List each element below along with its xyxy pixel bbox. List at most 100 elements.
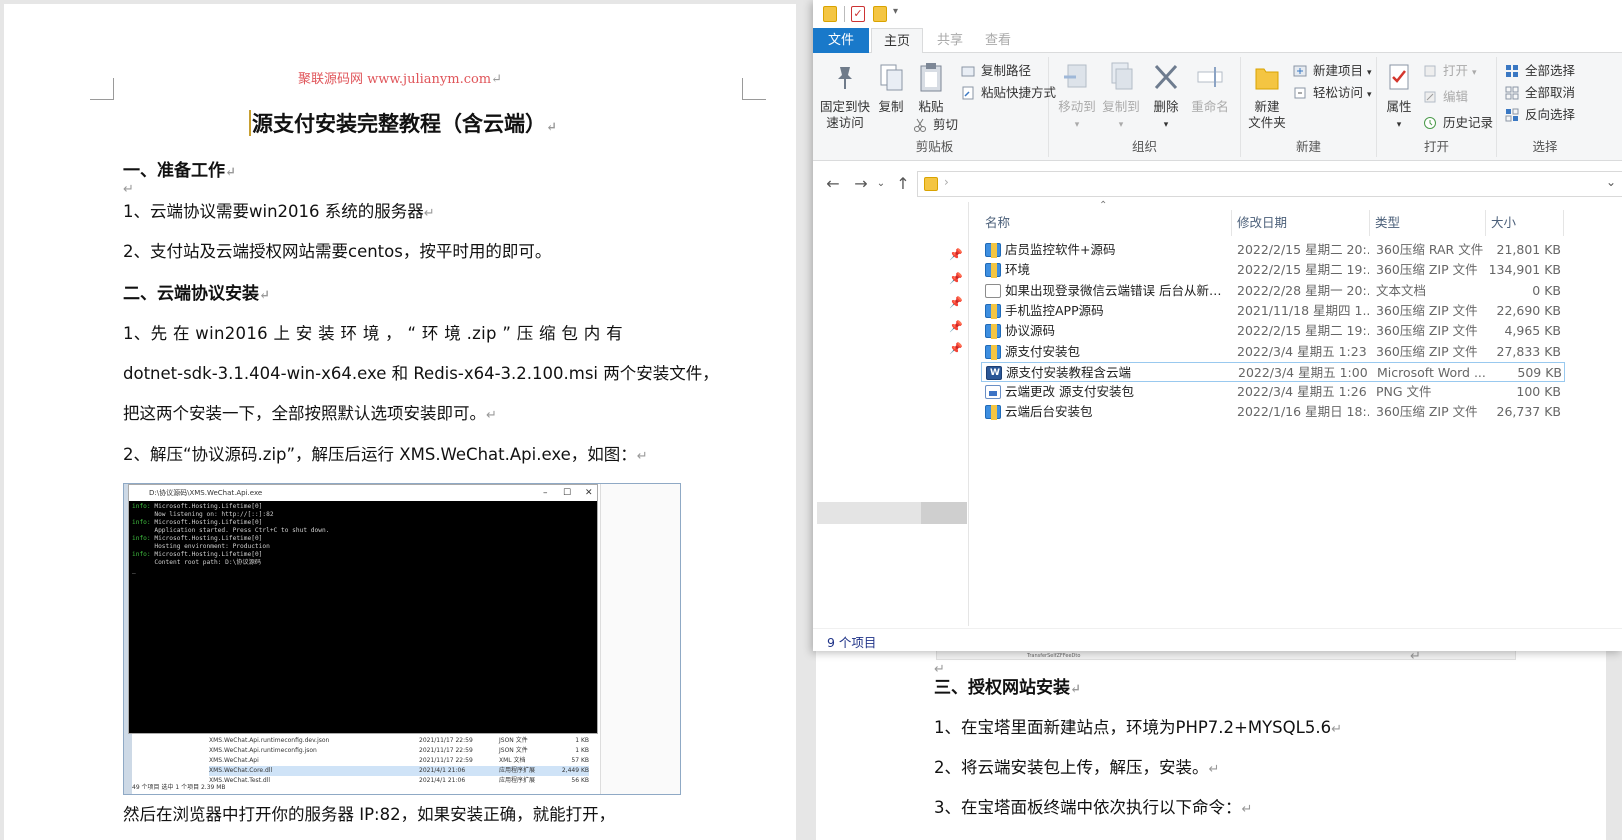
select-none-icon [1505,86,1519,100]
address-input[interactable]: › ⌄ [917,171,1622,197]
copy-path-icon [961,64,975,78]
new-item-button[interactable]: 新建项目 ▾ [1293,61,1372,81]
file-type: Microsoft Word ... [1377,364,1486,380]
column-divider[interactable] [1369,210,1370,236]
customize-toolbar-icon[interactable]: ▾ [893,6,898,17]
clipboard-icon [916,61,946,93]
minimize-icon: – [543,488,548,498]
file-row[interactable]: 云端更改 源支付安装包 2022/3/4 星期五 1:26 PNG 文件 100 KB [981,382,1565,402]
history-button[interactable]: 历史记录 [1423,113,1493,133]
file-row[interactable]: 云端后台安装包 2022/1/16 星期日 18:... 360压缩 ZIP 文件 2… [981,402,1565,422]
select-none-button[interactable]: 全部取消 [1505,83,1575,103]
group-clipboard: 固定到快 速访问 复制 粘贴 复制路径 粘贴快捷方式 剪切 剪贴板 [813,57,1056,157]
word-document-icon [986,365,1002,380]
file-size: 4,965 KB [1504,323,1561,339]
column-header-size[interactable]: 大小 [1491,212,1561,234]
chevron-down-icon[interactable]: ⌄ [1606,175,1616,189]
move-to-button[interactable]: 移动到 ▾ [1057,61,1097,133]
paste-shortcut-icon [961,86,975,100]
file-name: 云端更改 源支付安装包 [1005,384,1134,400]
console-text: Now listening on: http://[::]:82 [132,511,274,518]
image-file-name: XMS.WeChat.Core.dll [209,767,273,774]
properties-button[interactable]: 属性 ▾ [1381,61,1417,133]
image-file-row: XMS.WeChat.Core.dll 2021/4/1 21:06 应用程序扩展 2… [209,766,589,776]
pin-icon[interactable]: 📌 [949,320,963,333]
file-row[interactable]: 如果出现登录微信云端错误 后台从新添... 2022/2/28 星期一 20:..… [981,281,1565,301]
column-header-name[interactable]: 名称 [985,212,1225,234]
file-row[interactable]: 源支付安装包 2022/3/4 星期五 1:23 360压缩 ZIP 文件 27,83… [981,342,1565,362]
pin-icon[interactable]: 📌 [949,272,963,285]
page-header: 聚联源码网 www.julianym.com↵ [297,72,503,87]
paste-shortcut-button[interactable]: 粘贴快捷方式 [961,83,1056,103]
paragraph-line: dotnet-sdk-3.1.404-win-x64.exe 和 Redis-x… [123,364,719,383]
file-row[interactable]: 环境 2022/2/15 星期二 19:... 360压缩 ZIP 文件 134,90… [981,260,1565,280]
cut-button[interactable]: 剪切 [913,115,958,135]
image-file-row: XMS.WeChat.Test.dll 2021/4/1 21:06 应用程序扩展 5… [209,776,589,786]
paragraph: 然后在浏览器中打开你的服务器 IP:82，如果安装正确，就能打开， [123,805,616,824]
column-divider[interactable] [1563,210,1564,236]
back-arrow-icon[interactable]: ← [823,174,843,193]
select-all-icon [1505,64,1519,78]
pin-icon[interactable]: 📌 [949,248,963,261]
folder-icon[interactable] [823,6,837,22]
forward-arrow-icon[interactable]: → [851,174,871,193]
console-text: Microsoft.Hosting.Lifetime[0] [150,551,263,558]
up-arrow-icon[interactable]: ↑ [893,174,913,193]
easy-access-button[interactable]: 轻松访问 ▾ [1293,83,1372,103]
pin-icon[interactable]: 📌 [949,342,963,355]
image-file-row: XMS.WeChat.Api 2021/11/17 22:59 XML 文档 57 K… [209,756,589,766]
column-divider[interactable] [1231,210,1232,236]
copy-to-button[interactable]: 复制到 ▾ [1101,61,1141,133]
archive-icon [985,344,1001,360]
column-divider[interactable] [1485,210,1486,236]
image-file-name: XMS.WeChat.Test.dll [209,777,271,784]
image-file-row: XMS.WeChat.Api.runtimeconfig.dev.json 202… [209,736,589,746]
column-header-type[interactable]: 类型 [1375,212,1485,234]
file-name: 店员监控软件+源码 [1005,242,1116,257]
file-row[interactable]: 源支付安装教程含云端 2022/3/4 星期五 1:00 Microsoft Wor… [981,361,1565,382]
tab-view[interactable]: 查看 [975,28,1021,53]
new-folder-button[interactable]: 新建 文件夹 [1245,61,1289,131]
file-date: 2022/2/15 星期二 19:... [1237,262,1369,278]
word-document-page-2[interactable]: TransferSelfZFFeeDto ↵ ↵ 三、授权网站安装↵ 1、在宝塔… [816,630,1606,840]
tab-file[interactable]: 文件 [813,28,869,53]
invert-selection-button[interactable]: 反向选择 [1505,105,1575,125]
section-heading-1: 一、准备工作↵ [123,161,236,181]
document-title[interactable]: 源支付安装完整教程（含云端）↵ [123,108,683,138]
console-line: info: Microsoft.Hosting.Lifetime[0] [132,503,329,511]
copy-button[interactable]: 复制 [873,61,909,115]
file-type: 360压缩 ZIP 文件 [1376,262,1478,278]
recent-locations-icon[interactable]: ⌄ [871,178,891,189]
embedded-screenshot-image[interactable]: D:\协议源码\XMS.WeChat.Api.exe – ☐ ✕ info: M… [123,483,681,795]
image-file-type: 应用程序扩展 [499,777,536,784]
file-date: 2022/2/15 星期二 20:... [1237,242,1369,257]
file-row[interactable]: 协议源码 2022/2/15 星期二 19:... 360压缩 ZIP 文件 4,96… [981,321,1565,341]
column-header-date[interactable]: 修改日期 [1237,212,1367,234]
tab-home[interactable]: 主页 [871,28,923,54]
navigation-pane[interactable]: 📌 📌 📌 📌 📌 [813,202,969,626]
paste-button[interactable]: 粘贴 [911,61,951,115]
open-button[interactable]: 打开 ▾ [1423,61,1477,81]
image-file-type: XML 文档 [499,757,526,764]
pin-icon[interactable]: 📌 [949,296,963,309]
edit-button[interactable]: 编辑 [1423,87,1468,107]
path-separator-icon: › [944,175,949,189]
file-row[interactable]: 店员监控软件+源码 2022/2/15 星期二 20:... 360压缩 RAR 文… [981,240,1565,260]
file-name: 云端后台安装包 [1005,404,1093,420]
sort-ascending-icon: ⌃ [1099,200,1108,211]
tab-share[interactable]: 共享 [927,28,973,53]
rename-button[interactable]: 重命名 [1187,61,1233,115]
new-folder-icon[interactable] [873,6,887,22]
file-row[interactable]: 手机监控APP源码 2021/11/18 星期四 1... 360压缩 ZIP 文件… [981,301,1565,321]
history-icon [1423,116,1437,130]
copy-path-button[interactable]: 复制路径 [961,61,1031,81]
word-document-page[interactable]: 聚联源码网 www.julianym.com↵ 源支付安装完整教程（含云端）↵ … [4,4,796,840]
properties-icon[interactable]: ✓ [851,6,865,22]
select-all-button[interactable]: 全部选择 [1505,61,1575,81]
image-explorer-panel [600,484,680,794]
image-file-type: JSON 文件 [499,737,528,744]
file-explorer-window[interactable]: ✓ ▾ 文件 主页 共享 查看 固定到快 速访问 复制 粘贴 复制路径 粘贴快捷… [813,0,1622,651]
pin-quick-access-button[interactable]: 固定到快 速访问 [819,61,871,131]
delete-button[interactable]: 删除 ▾ [1149,61,1183,133]
console-titlebar: D:\协议源码\XMS.WeChat.Api.exe [129,485,597,501]
